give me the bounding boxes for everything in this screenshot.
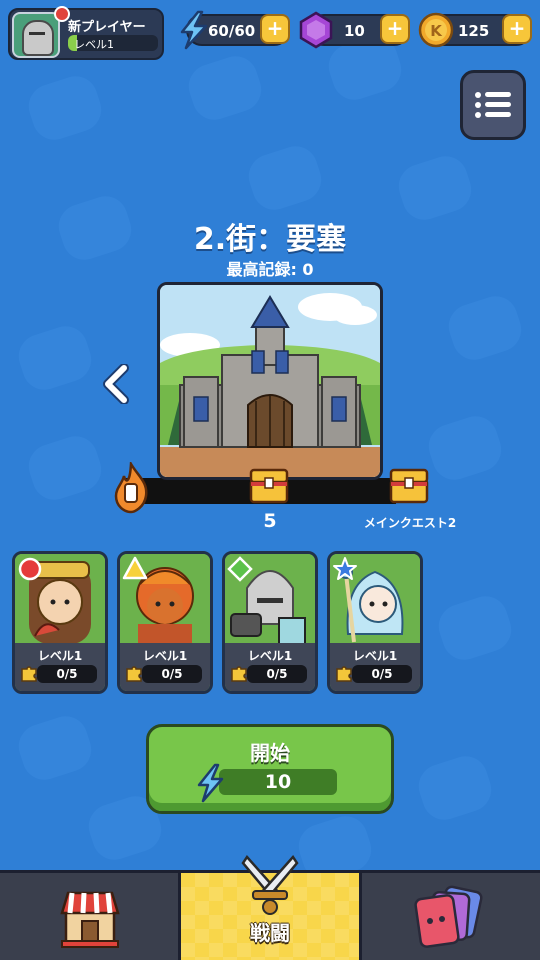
hero-card-2[interactable]: レベル1 0/5 <box>117 551 213 694</box>
add-energy-button[interactable]: + <box>260 14 290 44</box>
add-gems-button[interactable]: + <box>380 14 410 44</box>
nav-battle[interactable]: 戦闘 <box>178 854 362 960</box>
puzzle-piece-icon <box>21 666 37 682</box>
hero-level: レベル1 <box>142 649 188 663</box>
top-bar: 新プレイヤー レベル1 60/60 + 10 + K 125 + <box>0 0 540 62</box>
hero-shards: 0/5 <box>247 665 307 683</box>
gem-value: 10 <box>344 22 365 40</box>
puzzle-piece-icon <box>126 666 142 682</box>
hero-card-3[interactable]: レベル1 0/5 <box>222 551 318 694</box>
battle-label: 戦闘 <box>250 921 290 945</box>
hero-info: レベル1 0/5 <box>120 643 210 691</box>
gem-icon <box>299 11 333 49</box>
stage-castle-image[interactable] <box>157 282 383 480</box>
hero-card-1[interactable]: レベル1 0/5 <box>12 551 108 694</box>
reward-chest-icon[interactable] <box>248 466 290 506</box>
coin-icon: K <box>418 12 454 48</box>
hero-info: レベル1 0/5 <box>15 643 105 691</box>
hero-info: レベル1 0/5 <box>225 643 315 691</box>
stage-title: 2.街：要塞 <box>193 222 347 257</box>
previous-stage-arrow-icon[interactable] <box>100 364 134 404</box>
puzzle-piece-icon <box>231 666 247 682</box>
helmet-visor <box>29 32 45 35</box>
player-avatar[interactable] <box>12 12 60 58</box>
lightning-icon <box>197 763 224 803</box>
cards-icon <box>414 885 483 948</box>
best-record: 最高記録: 0 <box>226 260 314 279</box>
hero-info: レベル1 0/5 <box>330 643 420 691</box>
coin-counter: K 125 + <box>418 12 532 48</box>
menu-list-icon <box>475 92 481 98</box>
milestone-label-1: 5 <box>263 510 277 532</box>
hero-level: レベル1 <box>352 649 398 663</box>
bottom-navigation: 戦闘 <box>0 854 540 960</box>
hero-level: レベル1 <box>247 649 293 663</box>
menu-button[interactable] <box>460 70 526 140</box>
start-battle-button[interactable]: 開始 10 <box>146 724 394 814</box>
player-level-bar: レベル1 <box>68 35 158 51</box>
energy-value: 60/60 <box>208 22 256 40</box>
energy-counter: 60/60 + <box>180 10 290 50</box>
add-coins-button[interactable]: + <box>502 14 532 44</box>
yellow-triangle-badge-icon <box>122 556 148 580</box>
flame-progress-icon <box>114 462 148 514</box>
svg-text:K: K <box>430 22 443 40</box>
hero-shards: 0/5 <box>352 665 412 683</box>
hero-shards: 0/5 <box>37 665 97 683</box>
hero-level: レベル1 <box>37 649 83 663</box>
milestone-label-2: メインクエスト2 <box>363 516 457 530</box>
castle-illustration <box>160 285 380 477</box>
nav-shop[interactable] <box>0 873 178 960</box>
puzzle-piece-icon <box>336 666 352 682</box>
red-circle-badge-icon <box>18 557 42 581</box>
crossed-swords-icon <box>241 854 299 915</box>
start-label: 開始 <box>250 741 290 765</box>
player-name: 新プレイヤー <box>68 20 146 35</box>
player-level: レベル1 <box>74 38 114 51</box>
hero-card-4[interactable]: レベル1 0/5 <box>327 551 423 694</box>
main-quest-chest-icon[interactable] <box>388 466 430 506</box>
nav-cards[interactable] <box>362 873 540 960</box>
coin-value: 125 <box>458 22 490 40</box>
player-profile[interactable]: 新プレイヤー レベル1 <box>8 6 164 60</box>
gem-counter: 10 + <box>299 11 410 49</box>
energy-cost: 10 <box>219 769 337 795</box>
blue-star-badge-icon <box>333 557 357 580</box>
shop-icon <box>60 891 120 948</box>
green-diamond-badge-icon <box>227 556 253 582</box>
knight-helmet-icon <box>22 20 54 56</box>
hero-shards: 0/5 <box>142 665 202 683</box>
